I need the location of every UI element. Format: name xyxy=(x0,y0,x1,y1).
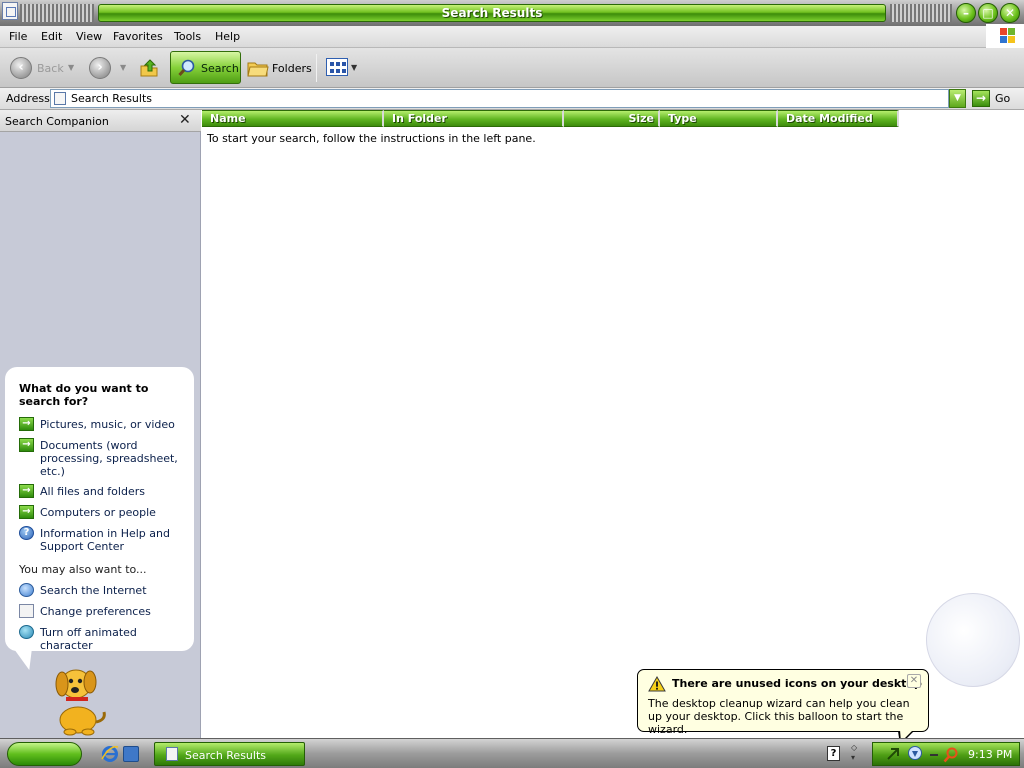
close-button[interactable]: ✕ xyxy=(1000,3,1020,23)
arrow-icon: → xyxy=(19,438,34,452)
option-label: Search the Internet xyxy=(40,584,147,597)
back-icon[interactable]: ‹ xyxy=(10,57,32,79)
help-icon[interactable]: ? xyxy=(827,746,840,761)
address-bar: Address Search Results ▼ → Go xyxy=(0,88,1024,110)
column-header-date-modified[interactable]: Date Modified xyxy=(778,110,899,127)
title-strip: Search Results xyxy=(98,4,886,22)
search-companion-header: Search Companion ✕ xyxy=(0,110,201,132)
search-question: What do you want to search for? xyxy=(19,382,149,408)
search-companion-bubble: What do you want to search for? → Pictur… xyxy=(5,367,194,652)
balloon-message: The desktop cleanup wizard can help you … xyxy=(648,697,910,736)
up-folder-icon[interactable] xyxy=(139,58,159,78)
globe-icon xyxy=(19,583,34,597)
address-dropdown-chevron-down-icon[interactable]: ▼ xyxy=(949,89,966,108)
option-label: Computers or people xyxy=(40,506,156,519)
go-arrow-icon[interactable]: → xyxy=(972,90,990,107)
animated-character-icon xyxy=(19,625,34,639)
tray-expand-chevron-icon[interactable]: ◇ ▾ xyxy=(851,743,857,763)
search-results-document-icon xyxy=(166,747,178,761)
minimize-icon: – xyxy=(963,6,969,20)
search-results-document-icon xyxy=(54,92,66,105)
taskbar: Search Results ? ◇ ▾ 9:13 PM xyxy=(0,738,1024,768)
tray-dash-icon[interactable] xyxy=(930,754,938,756)
option-label: Change preferences xyxy=(40,605,151,618)
title-bar[interactable]: Search Results – □ ✕ xyxy=(0,0,1024,26)
forward-icon[interactable]: › xyxy=(89,57,111,79)
balloon-close-icon[interactable]: ✕ xyxy=(907,674,921,688)
tray-arrow-icon[interactable] xyxy=(887,748,899,760)
menu-tools[interactable]: Tools xyxy=(174,30,201,43)
menu-bar: File Edit View Favorites Tools Help xyxy=(0,26,1024,48)
column-header-type[interactable]: Type xyxy=(660,110,778,127)
menu-file[interactable]: File xyxy=(9,30,27,43)
views-icon[interactable] xyxy=(326,58,348,76)
start-button[interactable] xyxy=(7,742,82,766)
folders-icon[interactable] xyxy=(247,59,269,77)
address-label: Address xyxy=(6,92,50,105)
menu-help[interactable]: Help xyxy=(215,30,240,43)
preferences-icon xyxy=(19,604,34,618)
search-dog-character-icon[interactable] xyxy=(46,662,110,736)
option-label: All files and folders xyxy=(40,485,145,498)
column-header-in-folder[interactable]: In Folder xyxy=(384,110,564,127)
toolbar-separator xyxy=(316,54,317,82)
minimize-button[interactable]: – xyxy=(956,3,976,23)
balloon-title: There are unused icons on your desktop xyxy=(672,677,922,690)
desktop-cleanup-balloon[interactable]: There are unused icons on your desktop ✕… xyxy=(637,669,929,736)
forward-history-chevron-down-icon[interactable]: ▼ xyxy=(120,63,126,72)
menu-favorites[interactable]: Favorites xyxy=(113,30,163,43)
title-bar-grip-left xyxy=(20,4,94,22)
column-header-size[interactable]: Size xyxy=(564,110,660,127)
search-button[interactable]: Search xyxy=(170,51,241,84)
close-icon: ✕ xyxy=(1004,6,1016,20)
search-companion-title: Search Companion xyxy=(5,115,109,128)
also-want-label: You may also want to... xyxy=(19,563,147,576)
address-input[interactable]: Search Results xyxy=(50,89,949,108)
taskbar-button-search-results[interactable]: Search Results xyxy=(154,742,305,766)
option-label: Information in Help and Support Center xyxy=(40,527,170,553)
clock[interactable]: 9:13 PM xyxy=(968,748,1012,761)
search-results-pane: Name In Folder Size Type Date Modified T… xyxy=(202,110,1024,738)
results-column-headers: Name In Folder Size Type Date Modified xyxy=(202,110,1024,127)
maximize-button[interactable]: □ xyxy=(978,3,998,23)
menu-edit[interactable]: Edit xyxy=(41,30,62,43)
search-companion-close-icon[interactable]: ✕ xyxy=(179,112,191,128)
window-title: Search Results xyxy=(441,6,543,20)
window-system-icon[interactable] xyxy=(2,2,18,20)
go-button-label[interactable]: Go xyxy=(995,92,1010,105)
taskbar-button-label: Search Results xyxy=(185,749,267,762)
arrow-icon: → xyxy=(19,417,34,431)
title-bar-grip-right xyxy=(890,4,952,22)
help-icon: ? xyxy=(19,526,34,540)
warning-icon xyxy=(648,676,666,692)
search-companion-pane: Search Companion ✕ What do you want to s… xyxy=(0,110,201,738)
maximize-icon: □ xyxy=(982,6,994,20)
option-label: Documents (word processing, spreadsheet,… xyxy=(40,439,178,478)
option-label: Turn off animated character xyxy=(40,626,137,652)
desktop-cleanup-tray-icon[interactable] xyxy=(907,745,923,763)
back-history-chevron-down-icon[interactable]: ▼ xyxy=(68,63,74,72)
search-icon xyxy=(178,59,195,77)
arrow-icon: → xyxy=(19,484,34,498)
search-button-label: Search xyxy=(201,62,239,75)
internet-explorer-icon[interactable] xyxy=(101,745,119,763)
show-desktop-icon[interactable] xyxy=(123,746,139,762)
folders-button-label[interactable]: Folders xyxy=(272,62,312,75)
views-chevron-down-icon[interactable]: ▼ xyxy=(351,63,357,72)
menu-view[interactable]: View xyxy=(76,30,102,43)
option-label: Pictures, music, or video xyxy=(40,418,175,431)
bubble-tail xyxy=(14,650,39,670)
windows-logo-icon xyxy=(986,24,1024,48)
search-tray-icon[interactable] xyxy=(943,747,959,763)
notification-area: 9:13 PM xyxy=(872,742,1020,766)
standard-toolbar: ‹ Back ▼ › ▼ Search Folders ▼ xyxy=(0,48,1024,88)
empty-results-message: To start your search, follow the instruc… xyxy=(207,132,536,145)
column-header-name[interactable]: Name xyxy=(202,110,384,127)
decorative-bubble-icon xyxy=(926,593,1020,687)
arrow-icon: → xyxy=(19,505,34,519)
address-value: Search Results xyxy=(71,92,153,105)
back-button-label[interactable]: Back xyxy=(37,62,64,75)
